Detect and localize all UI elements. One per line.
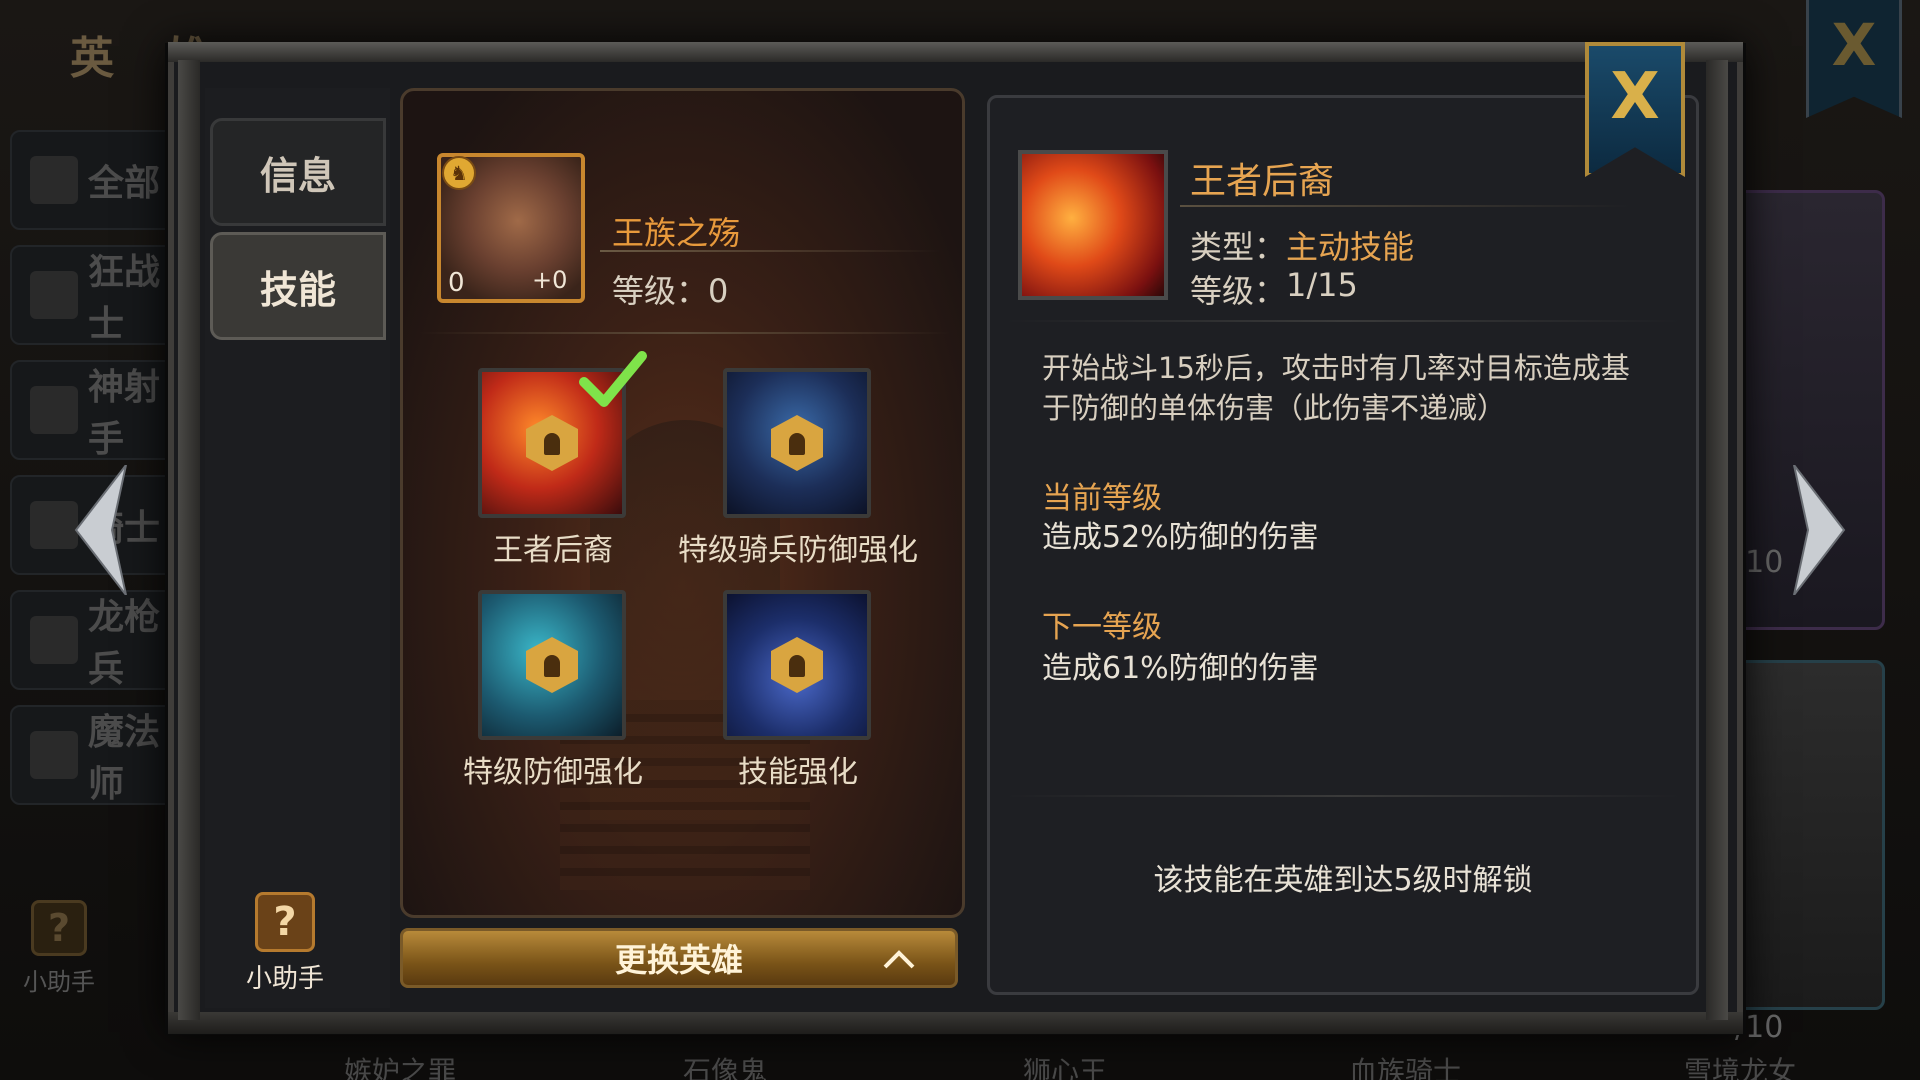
modal-frame-left — [178, 60, 200, 1020]
lock-icon — [526, 415, 578, 471]
lock-icon — [771, 415, 823, 471]
check-icon — [579, 351, 647, 407]
question-icon: ? — [31, 900, 87, 956]
background-hero-card-level: /10 — [1735, 1010, 1784, 1045]
background-hero-name: 血族骑士 — [1348, 1055, 1461, 1080]
tabs-column — [205, 88, 390, 1008]
archer-icon — [30, 386, 78, 434]
skill-type-label: 类型： — [1190, 228, 1287, 266]
hero-level: 等级：0 — [612, 272, 729, 310]
previous-hero-arrow-icon[interactable] — [68, 465, 128, 595]
unlock-requirement: 该技能在英雄到达5级时解锁 — [1153, 863, 1533, 898]
skill-level-label: 等级： — [1190, 272, 1287, 310]
background-helper-button[interactable]: ? 小助手 — [14, 900, 104, 997]
background-hero-card-level: /10 — [1735, 545, 1784, 580]
current-level-header: 当前等级 — [1042, 481, 1162, 516]
divider — [420, 332, 950, 334]
modal-frame-right — [1706, 60, 1728, 1020]
helper-button[interactable]: ? 小助手 — [240, 892, 330, 995]
sidebar-item-dragoon[interactable]: 龙枪兵 — [10, 590, 185, 690]
divider — [1180, 205, 1630, 207]
divider — [600, 250, 940, 252]
hero-name: 王族之殇 — [612, 214, 741, 252]
skill-label: 王者后裔 — [493, 533, 613, 568]
swap-hero-button[interactable]: 更换英雄 — [400, 928, 958, 988]
sidebar-item-mage[interactable]: 魔法师 — [10, 705, 185, 805]
sidebar-item-archer[interactable]: 神射手 — [10, 360, 185, 460]
skill-detail-title: 王者后裔 — [1190, 161, 1335, 202]
skill-slot-defense-boost[interactable] — [478, 590, 626, 740]
skill-detail-icon — [1018, 150, 1168, 300]
skill-level-value: 1/15 — [1286, 266, 1358, 304]
mage-icon — [30, 731, 78, 779]
background-hero-name: 嫉妒之罪 — [343, 1055, 456, 1080]
background-hero-name: 雪境龙女 — [1683, 1055, 1796, 1080]
skill-description: 开始战斗15秒后，攻击时有几率对目标造成基于防御的单体伤害（此伤害不递减） — [1042, 351, 1630, 425]
next-level-header: 下一等级 — [1042, 610, 1162, 645]
modal-frame-bottom — [168, 1012, 1743, 1034]
skill-label: 技能强化 — [738, 755, 858, 790]
sidebar-item-berserker[interactable]: 狂战士 — [10, 245, 185, 345]
next-level-text: 造成61%防御的伤害 — [1042, 651, 1319, 686]
skill-type-value: 主动技能 — [1286, 228, 1415, 266]
skill-slot-cavalry-defense[interactable] — [723, 368, 871, 518]
hero-star-count: 0 — [448, 268, 465, 298]
background-hero-name: 石像鬼 — [682, 1055, 767, 1080]
skill-slot-skill-boost[interactable] — [723, 590, 871, 740]
dragoon-icon — [30, 616, 78, 664]
divider — [1005, 320, 1681, 322]
current-level-text: 造成52%防御的伤害 — [1042, 520, 1319, 555]
chevron-up-icon — [883, 950, 915, 969]
background-hero-name: 狮心王 — [1022, 1055, 1107, 1080]
modal-frame-top — [168, 42, 1743, 62]
background-hero-card[interactable] — [1735, 660, 1885, 1010]
tab-info[interactable]: 信息 — [210, 118, 386, 226]
divider — [1005, 795, 1681, 797]
hero-bonus-count: +0 — [532, 266, 568, 294]
skill-label: 特级防御强化 — [463, 755, 643, 790]
lock-icon — [771, 637, 823, 693]
swap-hero-label: 更换英雄 — [614, 941, 743, 979]
knight-class-icon: ♞ — [442, 156, 476, 190]
next-hero-arrow-icon[interactable] — [1792, 465, 1852, 595]
helper-label: 小助手 — [245, 964, 324, 994]
berserker-icon — [30, 271, 78, 319]
all-icon — [30, 156, 78, 204]
tab-skill[interactable]: 技能 — [210, 232, 386, 340]
question-icon: ? — [255, 892, 315, 952]
sidebar-item-all[interactable]: 全部 — [10, 130, 185, 230]
lock-icon — [526, 637, 578, 693]
skill-label: 特级骑兵防御强化 — [678, 533, 918, 568]
